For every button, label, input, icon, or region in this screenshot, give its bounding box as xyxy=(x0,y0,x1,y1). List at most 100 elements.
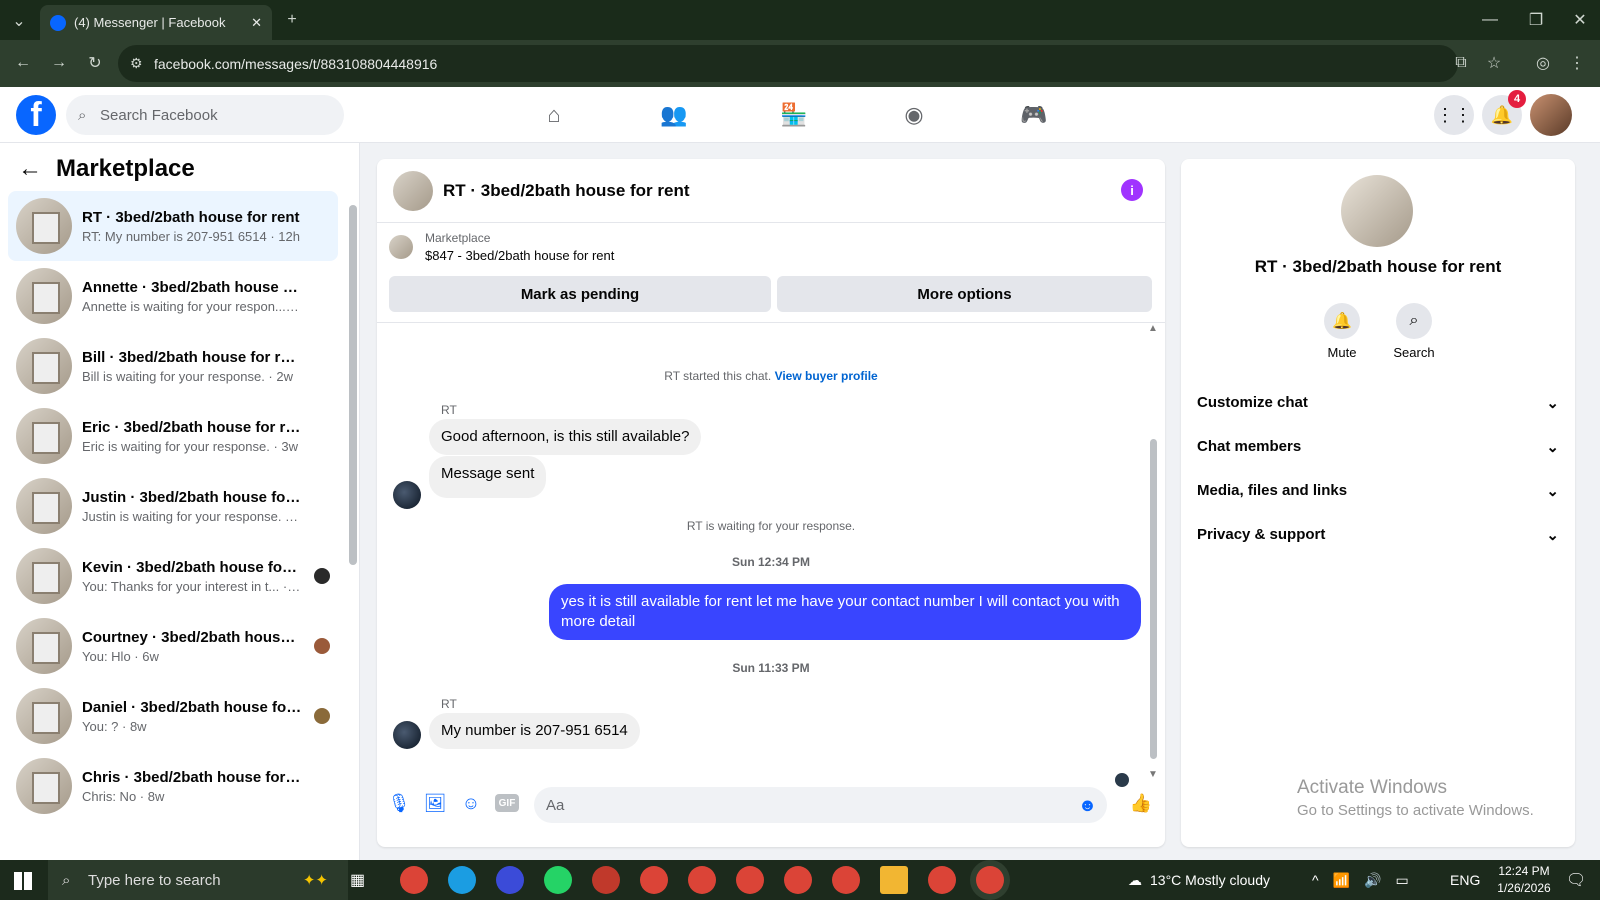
chat-title[interactable]: RT · 3bed/2bath house for rent xyxy=(443,181,690,201)
close-window-icon[interactable]: ✕ xyxy=(1570,10,1590,30)
conversation-list-scrollbar[interactable] xyxy=(349,205,357,565)
search-input[interactable]: ⌕ Search Facebook xyxy=(66,95,344,135)
address-bar[interactable]: ⚙ facebook.com/messages/t/88310880444891… xyxy=(118,45,1458,82)
privacy-support-section[interactable]: Privacy & support ⌄ xyxy=(1197,526,1559,544)
marketplace-header: ← Marketplace xyxy=(18,155,195,183)
photo-icon[interactable]: 🖼 xyxy=(423,791,447,815)
reload-icon[interactable]: ↻ xyxy=(84,52,106,74)
chat-members-section[interactable]: Chat members ⌄ xyxy=(1197,438,1559,456)
search-button[interactable]: ⌕ Search xyxy=(1379,303,1449,360)
like-thumb-icon[interactable]: 👍 xyxy=(1129,791,1153,815)
edge-app-icon[interactable] xyxy=(448,866,476,894)
weather-widget[interactable]: ☁ 13°C Mostly cloudy xyxy=(1128,860,1270,900)
conversation-item[interactable]: Bill · 3bed/2bath house for rent Bill is … xyxy=(8,331,338,401)
chrome-app-icon[interactable] xyxy=(400,866,428,894)
more-options-button[interactable]: More options xyxy=(777,276,1152,312)
gif-icon[interactable]: GIF xyxy=(495,794,519,812)
chrome-app-icon-active[interactable] xyxy=(976,866,1004,894)
view-buyer-profile-link[interactable]: View buyer profile xyxy=(775,369,878,383)
site-info-icon[interactable]: ⚙ xyxy=(130,55,143,72)
notification-center-icon[interactable]: 🗨 xyxy=(1566,870,1586,890)
conversation-name: Kevin · 3bed/2bath house for ... xyxy=(82,558,302,576)
chrome-app-icon[interactable] xyxy=(832,866,860,894)
profile-icon[interactable]: ◎ xyxy=(1532,52,1554,74)
seen-avatar xyxy=(314,708,330,724)
sender-avatar[interactable] xyxy=(393,721,421,749)
message-input[interactable]: Aa ☻ xyxy=(534,787,1107,823)
conversation-item[interactable]: Annette · 3bed/2bath house for ... Annett… xyxy=(8,261,338,331)
tab-list-icon[interactable]: ⌄ xyxy=(8,10,30,32)
conversation-item[interactable]: Chris · 3bed/2bath house for rent Chris: … xyxy=(8,751,338,821)
menu-grid-icon[interactable]: ⋮⋮ xyxy=(1434,95,1474,135)
details-listing-image[interactable] xyxy=(1341,175,1413,247)
media-files-links-section[interactable]: Media, files and links ⌄ xyxy=(1197,482,1559,500)
marketplace-listing-info[interactable]: Marketplace $847 - 3bed/2bath house for … xyxy=(389,231,614,263)
outgoing-message[interactable]: yes it is still available for rent let m… xyxy=(549,584,1141,640)
listing-thumbnail xyxy=(16,758,72,814)
install-app-icon[interactable]: ⧉ xyxy=(1450,52,1472,74)
emoji-icon[interactable]: ☻ xyxy=(1078,795,1097,816)
incoming-message[interactable]: My number is 207-951 6514 xyxy=(429,713,640,749)
chat-scrollbar[interactable] xyxy=(1150,439,1157,759)
microphone-icon[interactable]: 🎙 xyxy=(387,791,411,815)
seen-avatar xyxy=(314,568,330,584)
chrome-app-icon[interactable] xyxy=(928,866,956,894)
facebook-logo-icon[interactable]: f xyxy=(16,95,56,135)
whatsapp-app-icon[interactable] xyxy=(544,866,572,894)
task-view-icon[interactable]: ▦ xyxy=(350,870,365,890)
clock[interactable]: 12:24 PM 1/26/2026 xyxy=(1494,863,1554,897)
chrome-app-icon[interactable] xyxy=(640,866,668,894)
language-indicator[interactable]: ENG xyxy=(1450,860,1480,900)
windows-start-icon[interactable] xyxy=(14,872,32,890)
mute-button[interactable]: 🔔 Mute xyxy=(1307,303,1377,360)
close-tab-icon[interactable]: ✕ xyxy=(251,15,262,31)
minimize-icon[interactable]: — xyxy=(1480,10,1500,30)
chrome-app-icon[interactable] xyxy=(736,866,764,894)
friends-icon[interactable]: 👥 xyxy=(658,99,690,131)
conversation-item[interactable]: Kevin · 3bed/2bath house for ... You: Tha… xyxy=(8,541,338,611)
battery-icon[interactable]: ▭ xyxy=(1395,872,1408,889)
restore-icon[interactable]: ❐ xyxy=(1526,10,1546,30)
groups-icon[interactable]: ◉ xyxy=(898,99,930,131)
conversation-item[interactable]: RT · 3bed/2bath house for rent RT: My num… xyxy=(8,191,338,261)
marketplace-icon[interactable]: 🏪 xyxy=(778,99,810,131)
scroll-up-arrow-icon[interactable]: ▲ xyxy=(1148,323,1158,334)
browser-tab-bar: ⌄ (4) Messenger | Facebook ✕ + — ❐ ✕ xyxy=(0,0,1600,40)
customize-chat-section[interactable]: Customize chat ⌄ xyxy=(1197,394,1559,412)
gaming-icon[interactable]: 🎮 xyxy=(1018,99,1050,131)
browser-tab[interactable]: (4) Messenger | Facebook ✕ xyxy=(40,5,272,40)
incoming-message[interactable]: Message sent xyxy=(429,456,547,498)
back-icon[interactable]: ← xyxy=(12,52,34,74)
conversation-list-panel: ← Marketplace RT · 3bed/2bath house for … xyxy=(0,143,360,860)
conversation-item[interactable]: Courtney · 3bed/2bath house ... You: Hlo … xyxy=(8,611,338,681)
incoming-message[interactable]: Good afternoon, is this still available? xyxy=(429,419,702,455)
back-arrow-icon[interactable]: ← xyxy=(18,155,42,183)
new-tab-icon[interactable]: + xyxy=(282,10,302,30)
app-icon[interactable] xyxy=(592,866,620,894)
listing-thumbnail xyxy=(16,548,72,604)
account-avatar[interactable] xyxy=(1530,94,1572,136)
forward-icon[interactable]: → xyxy=(48,52,70,74)
conversation-item[interactable]: Daniel · 3bed/2bath house for... You: ? ·… xyxy=(8,681,338,751)
url-text: facebook.com/messages/t/883108804448916 xyxy=(154,55,438,72)
browser-menu-icon[interactable]: ⋮ xyxy=(1566,52,1588,74)
file-explorer-icon[interactable] xyxy=(880,866,908,894)
bookmark-star-icon[interactable]: ☆ xyxy=(1483,52,1505,74)
message-placeholder: Aa xyxy=(546,796,565,814)
volume-icon[interactable]: 🔊 xyxy=(1364,872,1381,889)
mark-as-pending-button[interactable]: Mark as pending xyxy=(389,276,771,312)
conversation-item[interactable]: Justin · 3bed/2bath house for rent Justin… xyxy=(8,471,338,541)
sticker-icon[interactable]: ☺ xyxy=(459,791,483,815)
info-icon[interactable]: i xyxy=(1121,179,1143,201)
sender-avatar[interactable] xyxy=(393,481,421,509)
chrome-app-icon[interactable] xyxy=(688,866,716,894)
chat-listing-image[interactable] xyxy=(393,170,433,211)
chrome-app-icon[interactable] xyxy=(784,866,812,894)
network-icon[interactable]: 📶 xyxy=(1333,872,1350,889)
home-icon[interactable]: ⌂ xyxy=(538,99,570,131)
chevron-up-icon[interactable]: ^ xyxy=(1312,872,1319,888)
app-icon[interactable] xyxy=(496,866,524,894)
clock-date: 1/26/2026 xyxy=(1497,881,1551,895)
taskbar-search-input[interactable]: ⌕ Type here to search ✦✦ xyxy=(48,860,348,900)
conversation-item[interactable]: Eric · 3bed/2bath house for rent Eric is … xyxy=(8,401,338,471)
